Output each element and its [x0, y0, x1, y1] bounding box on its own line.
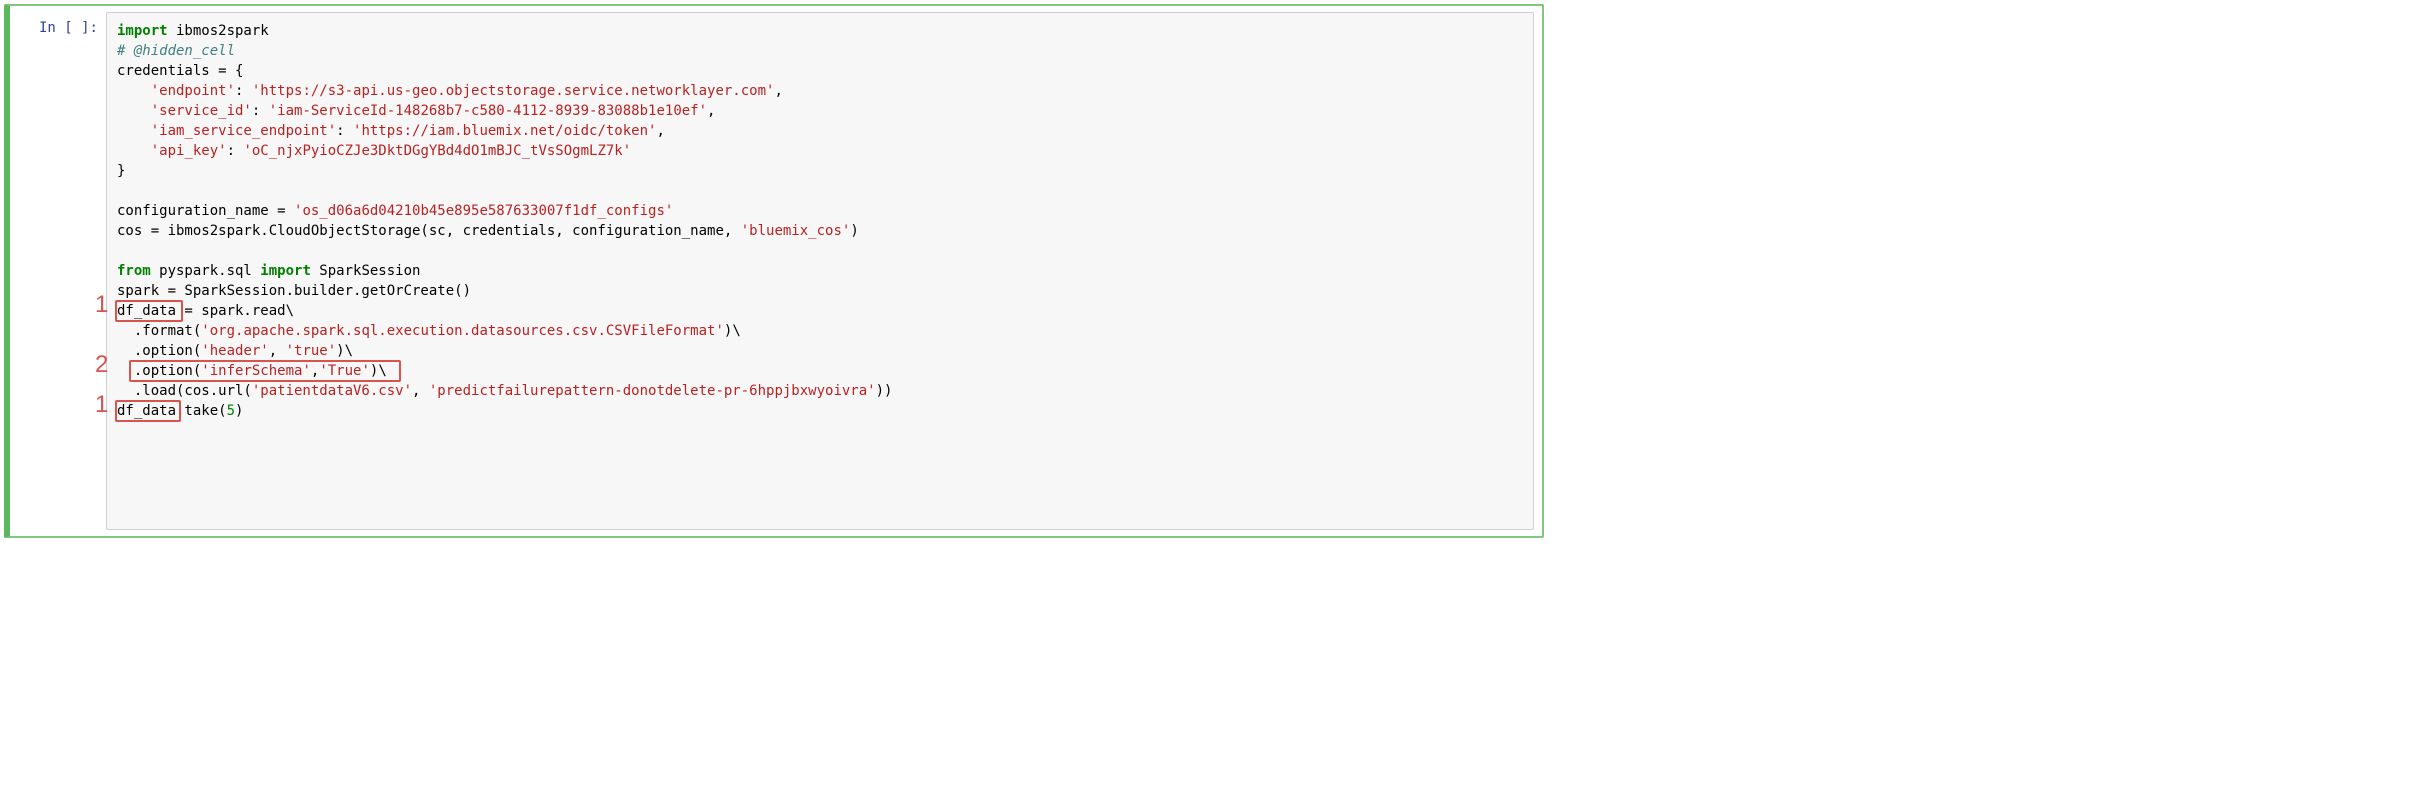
code-text: configuration_name =: [117, 203, 294, 219]
code-text: .format(: [117, 323, 201, 339]
code-text: )\: [724, 323, 741, 339]
code-text: :: [252, 103, 269, 119]
string: 'api_key': [151, 143, 227, 159]
code-text: ,: [774, 83, 782, 99]
string: 'patientdataV6.csv': [252, 383, 412, 399]
code-text: df_data.take(: [117, 403, 227, 419]
code-input[interactable]: import ibmos2spark # @hidden_cell creden…: [106, 12, 1534, 530]
code-text: ,: [269, 343, 286, 359]
code-text: :: [235, 83, 252, 99]
code-text: )\: [336, 343, 353, 359]
code-text: cos = ibmos2spark.CloudObjectStorage(sc,…: [117, 223, 741, 239]
indent: [117, 83, 151, 99]
code-text: ,: [412, 383, 429, 399]
string: 'header': [201, 343, 268, 359]
string: 'os_d06a6d04210b45e895e587633007f1df_con…: [294, 203, 673, 219]
string: 'iam-ServiceId-148268b7-c580-4112-8939-8…: [269, 103, 707, 119]
code-text: spark = SparkSession.builder.getOrCreate…: [117, 283, 471, 299]
string: 'inferSchema': [201, 363, 311, 379]
code-text: .option(: [117, 343, 201, 359]
string: 'oC_njxPyioCZJe3DktDGgYBd4dO1mBJC_tVsSOg…: [243, 143, 631, 159]
code-text: SparkSession: [311, 263, 421, 279]
keyword-import: import: [117, 23, 168, 39]
string: 'True': [319, 363, 370, 379]
code-text: df_data = spark.read\: [117, 303, 294, 319]
comment: # @hidden_cell: [117, 43, 235, 59]
keyword-from: from: [117, 263, 151, 279]
notebook-cell: In [ ]: import ibmos2spark # @hidden_cel…: [4, 4, 1544, 538]
code-text: credentials = {: [117, 63, 243, 79]
string: 'service_id': [151, 103, 252, 119]
string: 'bluemix_cos': [741, 223, 851, 239]
code-text: pyspark.sql: [151, 263, 261, 279]
code-text: ,: [707, 103, 715, 119]
indent: [117, 143, 151, 159]
prompt-text: In [ ]:: [39, 20, 98, 36]
code-text: )): [876, 383, 893, 399]
code-text: )\: [370, 363, 387, 379]
string: 'true': [286, 343, 337, 359]
keyword-import: import: [260, 263, 311, 279]
string: 'predictfailurepattern-donotdelete-pr-6h…: [429, 383, 876, 399]
module-name: ibmos2spark: [168, 23, 269, 39]
string: 'org.apache.spark.sql.execution.datasour…: [201, 323, 724, 339]
string: 'https://iam.bluemix.net/oidc/token': [353, 123, 656, 139]
code-text: ): [850, 223, 858, 239]
code-text: .option(: [117, 363, 201, 379]
string: 'iam_service_endpoint': [151, 123, 336, 139]
indent: [117, 123, 151, 139]
code-text: .load(cos.url(: [117, 383, 252, 399]
string: 'https://s3-api.us-geo.objectstorage.ser…: [252, 83, 775, 99]
code-text: :: [336, 123, 353, 139]
indent: [117, 103, 151, 119]
string: 'endpoint': [151, 83, 235, 99]
code-text: ,: [656, 123, 664, 139]
input-prompt: In [ ]:: [10, 12, 106, 530]
code-text: ): [235, 403, 243, 419]
number: 5: [227, 403, 235, 419]
code-text: }: [117, 163, 125, 179]
code-text: :: [227, 143, 244, 159]
